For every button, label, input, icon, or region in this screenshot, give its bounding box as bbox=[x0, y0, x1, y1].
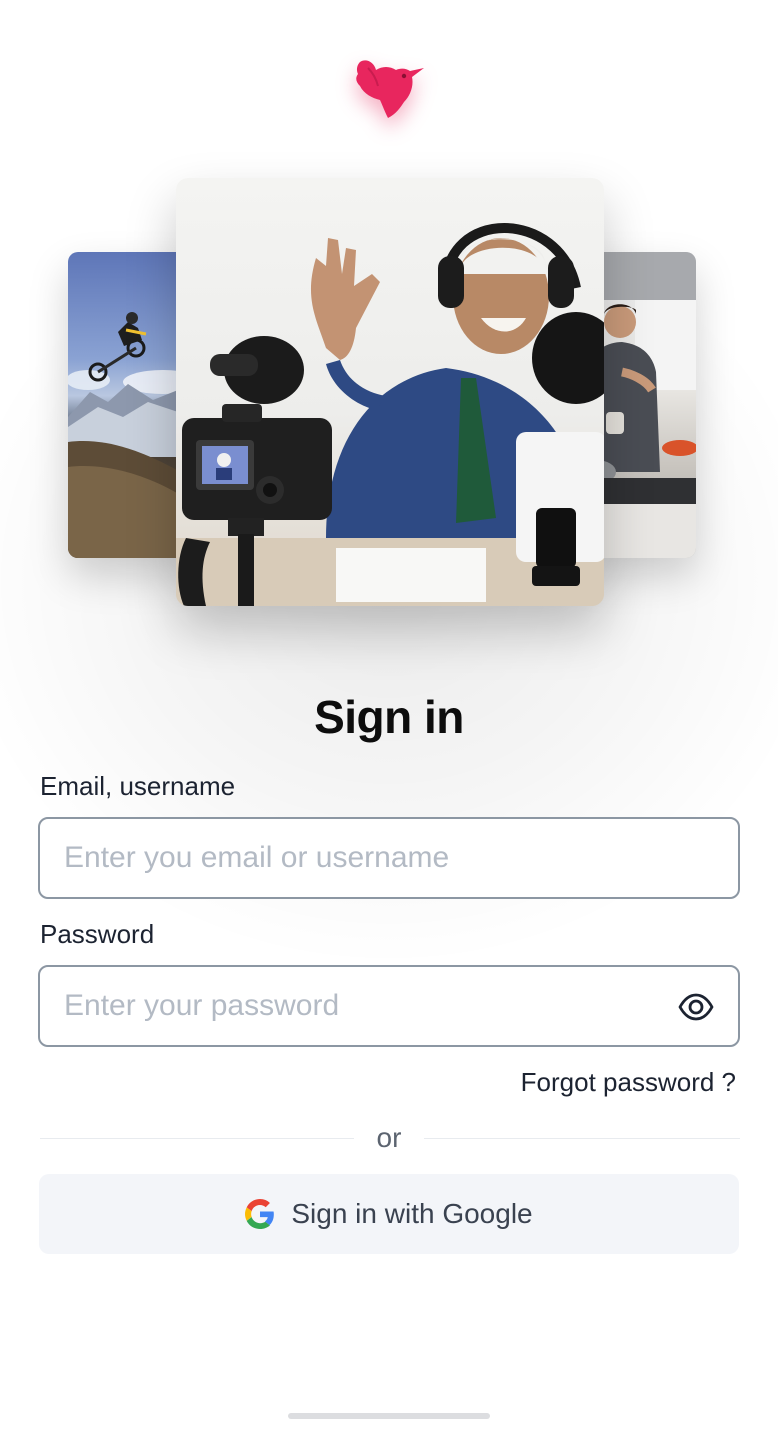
home-indicator[interactable] bbox=[288, 1413, 490, 1419]
page-title: Sign in bbox=[314, 691, 464, 743]
divider-line-right bbox=[424, 1138, 740, 1139]
hummingbird-logo-icon bbox=[346, 52, 428, 128]
eye-icon[interactable] bbox=[678, 989, 714, 1025]
google-icon bbox=[245, 1199, 275, 1229]
password-input[interactable] bbox=[64, 967, 664, 1045]
password-field-container bbox=[38, 965, 740, 1047]
google-sign-in-button[interactable]: Sign in with Google bbox=[39, 1174, 739, 1254]
divider-or-text: or bbox=[376, 1122, 402, 1153]
divider-line-left bbox=[40, 1138, 354, 1139]
email-label: Email, username bbox=[40, 771, 236, 801]
email-input[interactable] bbox=[64, 819, 664, 897]
google-sign-in-label: Sign in with Google bbox=[291, 1198, 533, 1229]
forgot-password-link[interactable]: Forgot password ? bbox=[521, 1067, 736, 1098]
sign-in-screen: Sign in Email, username Password Forgot … bbox=[0, 0, 778, 1456]
vlogger-waving-photo bbox=[176, 178, 604, 606]
email-field-container bbox=[38, 817, 740, 899]
password-label: Password bbox=[40, 919, 155, 949]
